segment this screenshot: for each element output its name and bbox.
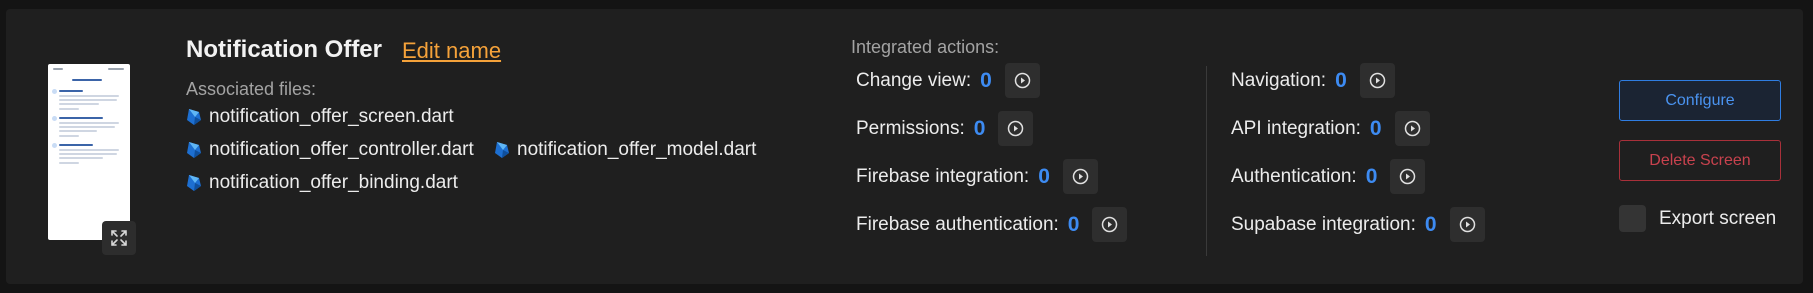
action-label: API integration: bbox=[1231, 117, 1361, 139]
play-icon bbox=[1008, 120, 1024, 137]
file-name: notification_offer_binding.dart bbox=[209, 172, 458, 193]
edit-name-link[interactable]: Edit name bbox=[402, 38, 501, 64]
export-screen-option: Export screen bbox=[1619, 205, 1776, 232]
action-label: Authentication: bbox=[1231, 165, 1357, 187]
action-change-view: Change view: 0 bbox=[856, 63, 1040, 98]
expand-icon bbox=[111, 230, 127, 246]
action-count: 0 bbox=[1038, 164, 1050, 188]
play-icon bbox=[1072, 168, 1089, 185]
file-name: notification_offer_screen.dart bbox=[209, 106, 454, 127]
action-count: 0 bbox=[980, 68, 992, 92]
configure-button[interactable]: Configure bbox=[1619, 80, 1781, 121]
file-item[interactable]: notification_offer_screen.dart bbox=[186, 106, 454, 128]
action-count: 0 bbox=[973, 116, 986, 140]
file-name: notification_offer_model.dart bbox=[517, 139, 757, 160]
play-icon bbox=[1369, 72, 1385, 89]
play-icon bbox=[1102, 216, 1118, 233]
dart-icon bbox=[495, 142, 509, 158]
screen-card: Notification Offer Edit name Associated … bbox=[6, 9, 1803, 284]
play-button[interactable] bbox=[1062, 159, 1098, 194]
integrated-actions-label: Integrated actions: bbox=[851, 37, 1000, 57]
action-firebase-authentication: Firebase authentication: 0 bbox=[856, 207, 1128, 242]
action-api-integration: API integration: 0 bbox=[1231, 111, 1430, 146]
dart-icon bbox=[187, 109, 201, 125]
action-label: Supabase integration: bbox=[1231, 213, 1416, 235]
export-screen-label: Export screen bbox=[1659, 207, 1777, 229]
action-firebase-integration: Firebase integration: 0 bbox=[856, 159, 1098, 194]
action-label: Navigation: bbox=[1231, 69, 1327, 91]
play-icon bbox=[1404, 120, 1420, 137]
dart-icon bbox=[187, 175, 201, 191]
file-item[interactable]: notification_offer_model.dart bbox=[494, 139, 756, 161]
associated-files-label: Associated files: bbox=[186, 79, 317, 99]
screen-title: Notification Offer bbox=[186, 36, 382, 63]
actions-divider bbox=[1206, 66, 1207, 256]
action-navigation: Navigation: 0 bbox=[1231, 63, 1395, 98]
expand-preview-button[interactable] bbox=[102, 221, 136, 255]
play-icon bbox=[1459, 216, 1475, 233]
action-count: 0 bbox=[1335, 68, 1347, 92]
play-button[interactable] bbox=[998, 111, 1034, 146]
action-label: Permissions: bbox=[856, 117, 965, 139]
dart-icon bbox=[187, 142, 201, 158]
export-screen-checkbox[interactable] bbox=[1619, 205, 1646, 232]
play-button[interactable] bbox=[1394, 111, 1430, 146]
file-item[interactable]: notification_offer_binding.dart bbox=[186, 172, 458, 194]
action-label: Firebase authentication: bbox=[856, 213, 1059, 235]
play-button[interactable] bbox=[1092, 207, 1128, 242]
action-count: 0 bbox=[1369, 116, 1382, 140]
action-supabase-integration: Supabase integration: 0 bbox=[1231, 207, 1485, 242]
action-count: 0 bbox=[1067, 212, 1080, 236]
action-label: Change view: bbox=[856, 69, 972, 91]
file-item[interactable]: notification_offer_controller.dart bbox=[186, 139, 474, 161]
action-count: 0 bbox=[1424, 212, 1437, 236]
play-button[interactable] bbox=[1359, 63, 1395, 98]
action-label: Firebase integration: bbox=[856, 165, 1030, 187]
action-authentication: Authentication: 0 bbox=[1231, 159, 1426, 194]
file-name: notification_offer_controller.dart bbox=[209, 139, 474, 160]
action-permissions: Permissions: 0 bbox=[856, 111, 1034, 146]
play-button[interactable] bbox=[1449, 207, 1485, 242]
play-button[interactable] bbox=[1390, 159, 1426, 194]
screen-thumbnail[interactable] bbox=[48, 64, 130, 240]
play-button[interactable] bbox=[1004, 63, 1040, 98]
action-count: 0 bbox=[1365, 164, 1378, 188]
delete-screen-button[interactable]: Delete Screen bbox=[1619, 140, 1781, 181]
play-icon bbox=[1400, 168, 1416, 185]
play-icon bbox=[1014, 72, 1031, 89]
